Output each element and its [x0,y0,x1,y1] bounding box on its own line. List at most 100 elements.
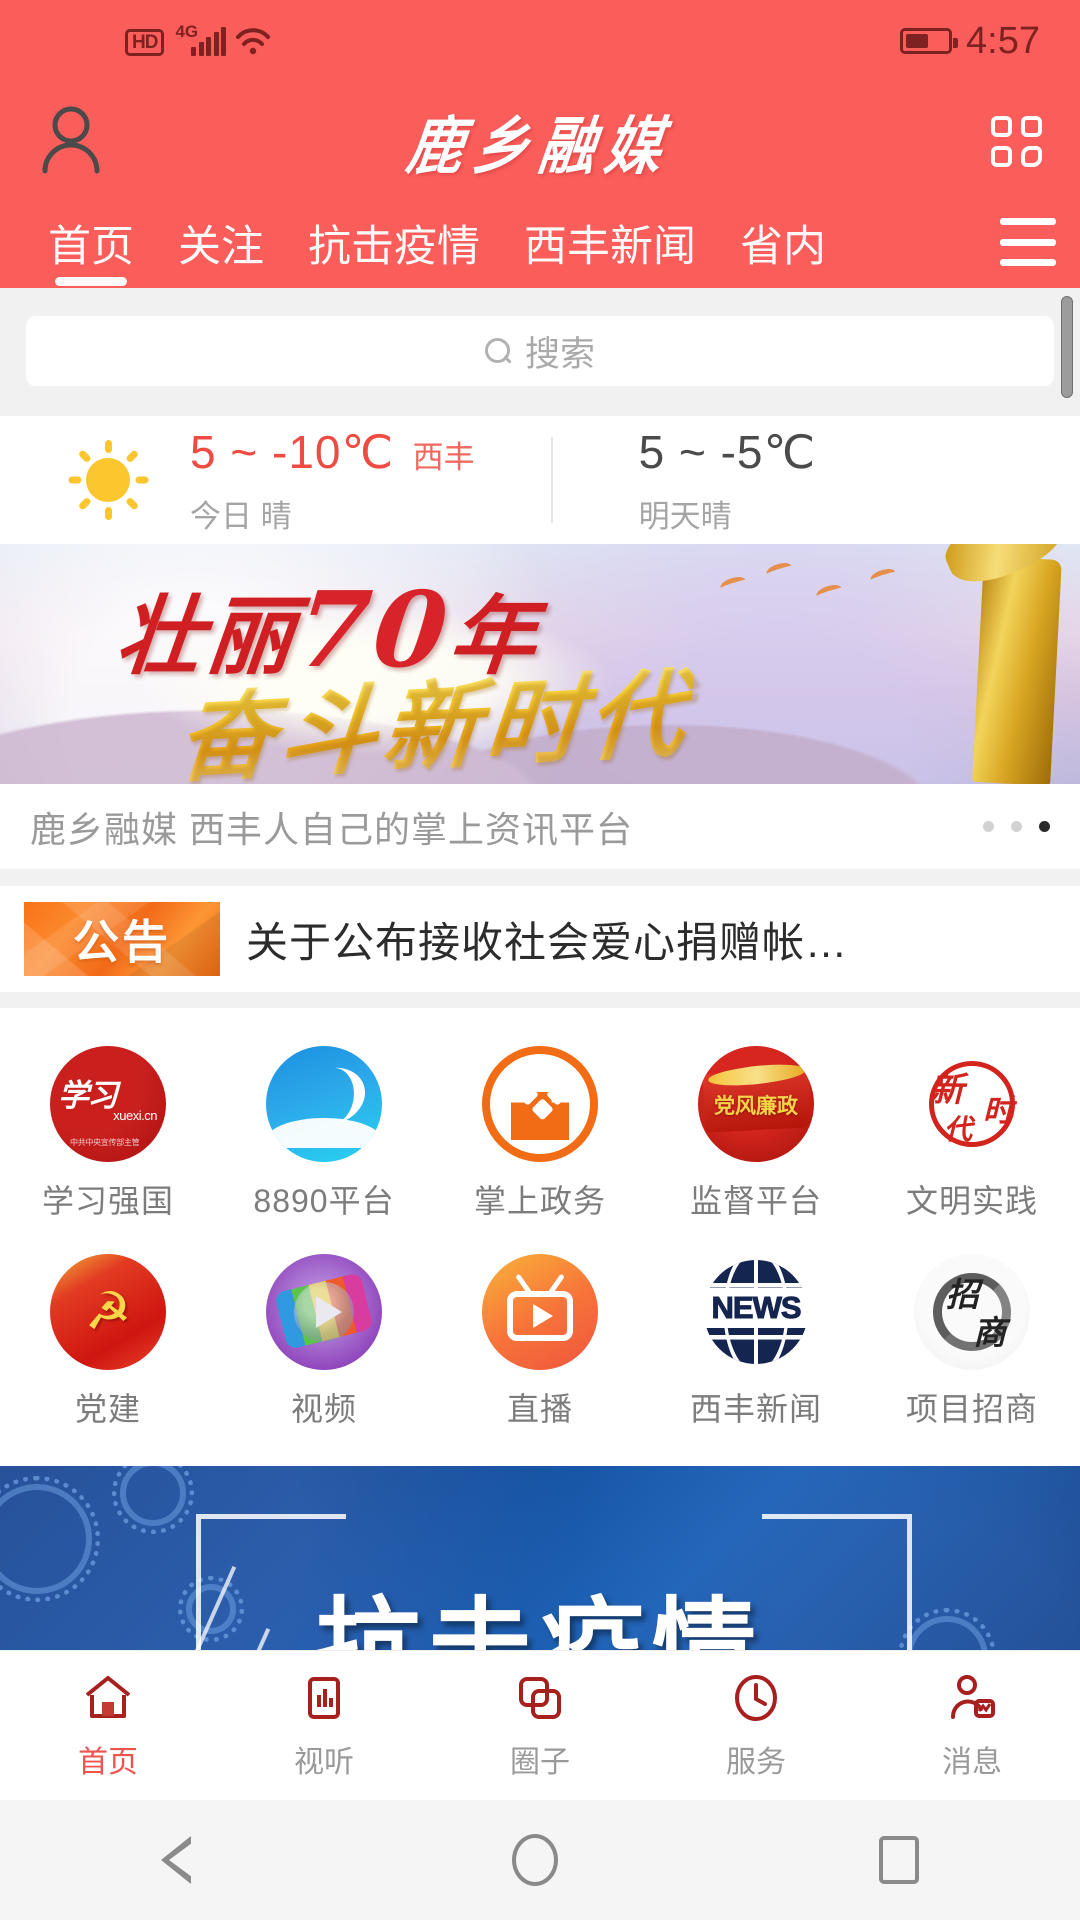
carousel-dot-active[interactable] [1039,821,1050,832]
shortcut-label: 党建 [75,1384,141,1430]
xuexi-qiangguo-icon: 学习 xuexi.cn 中共中央宣传部主管 [50,1046,166,1162]
video-icon [266,1254,382,1370]
tab-shengnei[interactable]: 省内 [718,212,848,288]
tab-guanzhu[interactable]: 关注 [156,212,286,288]
grid-apps-icon[interactable] [991,116,1042,167]
shortcut-label: 8890平台 [253,1176,394,1222]
xuexi-art-text-4: 中共中央宣传部主管 [70,1137,139,1148]
shortcut-label: 监督平台 [690,1176,822,1222]
weather-tomorrow: 5 ~ -5℃ 明天晴 [639,425,817,536]
main-content: 搜索 5 ~ -10℃ 西丰 今日 晴 [0,288,1080,1766]
carousel-caption-row: 鹿乡融媒 西丰人自己的掌上资讯平台 [0,784,1080,870]
audio-visual-icon [297,1671,351,1725]
shortcut-video[interactable]: 视频 [216,1240,432,1448]
bottom-nav-label: 圈子 [510,1737,570,1781]
section-gap-2 [0,992,1080,1008]
network-type-label: 4G [175,23,198,40]
announcement-badge-label: 公告 [73,906,171,972]
weather-today: 5 ~ -10℃ 西丰 今日 晴 [190,425,475,536]
icon-row-2: ☭ 党建 视频 直播 [0,1240,1080,1448]
supervision-art-text: 党风廉政 [698,1090,814,1120]
weather-divider [551,437,553,523]
shortcut-label: 视频 [291,1384,357,1430]
back-triangle-icon[interactable] [161,1836,191,1884]
recents-square-icon[interactable] [879,1836,919,1884]
weather-today-desc: 今日 晴 [190,491,475,536]
battery-icon [900,28,952,54]
bottom-nav-home[interactable]: 首页 [0,1671,216,1781]
xuexi-art-text-1: 学习 [58,1070,116,1115]
party-building-icon: ☭ [50,1254,166,1370]
weather-tomorrow-desc: 明天晴 [639,491,817,536]
bottom-nav-label: 视听 [294,1737,354,1781]
government-services-icon [482,1046,598,1162]
investment-art-text-2: 商 [973,1306,1006,1354]
bottom-navigation: 首页 视听 圈子 [0,1650,1080,1800]
app-header: HD 4G 4:57 [0,0,1080,288]
shortcut-8890-platform[interactable]: 8890平台 [216,1032,432,1240]
home-icon [81,1671,135,1725]
carousel-dot[interactable] [983,821,994,832]
wifi-icon [235,26,271,56]
user-avatar-icon[interactable] [38,103,104,180]
civ-art-text-3: 代 [944,1108,972,1148]
shortcut-investment-project[interactable]: 招 商 项目招商 [864,1240,1080,1448]
live-stream-icon [482,1254,598,1370]
shortcut-xuexi-qiangguo[interactable]: 学习 xuexi.cn 中共中央宣传部主管 学习强国 [0,1032,216,1240]
bottom-nav-audio-visual[interactable]: 视听 [216,1671,432,1781]
carousel-banner[interactable]: 壮丽70年 奋斗新时代 [0,544,1080,784]
sun-icon [68,440,148,520]
shortcut-label: 文明实践 [906,1176,1038,1222]
tab-shouye[interactable]: 首页 [26,212,156,288]
shortcut-live-stream[interactable]: 直播 [432,1240,648,1448]
shortcut-supervision-platform[interactable]: 党风廉政 监督平台 [648,1032,864,1240]
news-globe-icon: NEWS [698,1254,814,1370]
status-bar: HD 4G 4:57 [0,0,1080,82]
civ-art-text-1: 新 [930,1062,964,1111]
civ-art-text-2: 时 [983,1086,1013,1130]
shortcut-party-building[interactable]: ☭ 党建 [0,1240,216,1448]
bottom-nav-label: 消息 [942,1737,1002,1781]
bottom-nav-circles[interactable]: 圈子 [432,1671,648,1781]
weather-today-temp: 5 ~ -10℃ [190,426,394,478]
announcement-badge: 公告 [24,902,220,976]
app-logo: 鹿乡融媒 [0,96,1080,187]
search-input[interactable]: 搜索 [26,316,1054,386]
search-icon [485,338,511,364]
virus-icon [120,1466,186,1526]
shortcut-label: 项目招商 [906,1384,1038,1430]
hd-icon: HD [125,29,164,56]
search-placeholder: 搜索 [525,326,595,377]
shortcut-civilization-practice[interactable]: 新 时 代 文明实践 [864,1032,1080,1240]
title-bar: 鹿乡融媒 [0,82,1080,200]
tab-kangjiyiqing[interactable]: 抗击疫情 [286,212,502,288]
supervision-platform-icon: 党风廉政 [698,1046,814,1162]
shortcut-label: 学习强国 [42,1176,174,1222]
announcement-text[interactable]: 关于公布接收社会爱心捐赠帐… [246,909,848,970]
party-emblem-icon: ☭ [79,1286,137,1338]
weather-widget[interactable]: 5 ~ -10℃ 西丰 今日 晴 5 ~ -5℃ 明天晴 [0,416,1080,544]
circles-icon [513,1671,567,1725]
carousel-dot[interactable] [1011,821,1022,832]
banner-pillar-graphic [972,556,1062,784]
status-bar-clock: 4:57 [966,20,1040,63]
shortcut-government-services[interactable]: 掌上政务 [432,1032,648,1240]
bottom-nav-service[interactable]: 服务 [648,1671,864,1781]
shortcut-xifeng-news[interactable]: NEWS 西丰新闻 [648,1240,864,1448]
shortcut-label: 西丰新闻 [690,1384,822,1430]
shortcut-label: 直播 [507,1384,573,1430]
home-circle-icon[interactable] [512,1834,558,1886]
vertical-scrollbar[interactable] [1061,296,1073,398]
bottom-nav-messages[interactable]: 消息 [864,1671,1080,1781]
carousel-dots[interactable] [983,821,1050,832]
investment-project-icon: 招 商 [914,1254,1030,1370]
hamburger-menu-icon[interactable] [994,218,1056,266]
service-clock-icon [729,1671,783,1725]
banner-headline-gold: 奋斗新时代 [172,636,697,784]
icon-row-1: 学习 xuexi.cn 中共中央宣传部主管 学习强国 8890平台 掌上政务 [0,1032,1080,1240]
news-art-text: NEWS [698,1288,814,1328]
messages-icon [945,1671,999,1725]
weather-city: 西丰 [413,440,475,475]
announcement-row[interactable]: 公告 关于公布接收社会爱心捐赠帐… [0,886,1080,992]
tab-xifengxinwen[interactable]: 西丰新闻 [502,212,718,288]
